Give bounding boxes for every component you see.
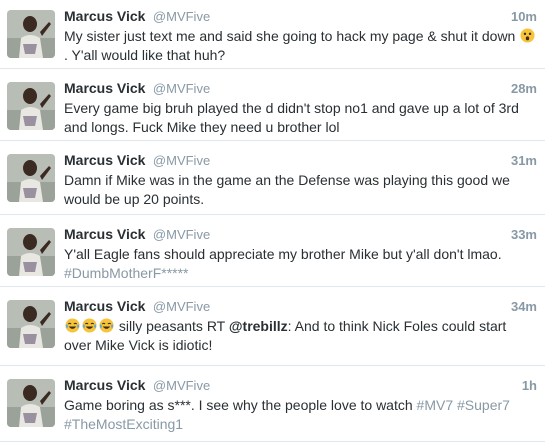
tweet-content: Marcus Vick @MVFive 28m Every game big b… bbox=[64, 80, 537, 137]
user-fullname[interactable]: Marcus Vick bbox=[64, 377, 145, 393]
astonished-face-emoji-icon bbox=[520, 28, 535, 43]
tweet-timestamp[interactable]: 10m bbox=[511, 8, 537, 25]
avatar-photo-icon bbox=[7, 82, 55, 130]
hashtag-link[interactable]: #MV7 bbox=[417, 397, 454, 413]
tweet-item[interactable]: Marcus Vick @MVFive 10m My sister just t… bbox=[0, 0, 545, 69]
tweet-text: Y'all Eagle fans should appreciate my br… bbox=[64, 245, 537, 283]
tweet-header: Marcus Vick @MVFive 10m bbox=[64, 8, 537, 25]
avatar[interactable] bbox=[7, 300, 55, 348]
tweet-item[interactable]: Marcus Vick @MVFive 1h Game boring as s*… bbox=[0, 366, 545, 442]
hashtag-link[interactable]: #TheMostExciting1 bbox=[64, 416, 183, 432]
hashtag-link[interactable]: #Super7 bbox=[457, 397, 510, 413]
user-fullname[interactable]: Marcus Vick bbox=[64, 8, 145, 24]
tweet-content: Marcus Vick @MVFive 31m Damn if Mike was… bbox=[64, 152, 537, 209]
tweet-header: Marcus Vick @MVFive 31m bbox=[64, 152, 537, 169]
tweet-timestamp[interactable]: 33m bbox=[511, 226, 537, 243]
tweet-text-part: . Y'all would like that huh? bbox=[64, 47, 226, 63]
tweet-text-part: Y'all Eagle fans should appreciate my br… bbox=[64, 246, 502, 262]
tweet-item[interactable]: Marcus Vick @MVFive 28m Every game big b… bbox=[0, 69, 545, 141]
user-handle[interactable]: @MVFive bbox=[153, 378, 210, 393]
tweet-text-part: silly peasants RT bbox=[118, 318, 225, 334]
user-fullname[interactable]: Marcus Vick bbox=[64, 152, 145, 168]
tweet-text: Every game big bruh played the d didn't … bbox=[64, 100, 519, 135]
user-fullname[interactable]: Marcus Vick bbox=[64, 298, 145, 314]
tweet-timeline: Marcus Vick @MVFive 10m My sister just t… bbox=[0, 0, 545, 442]
user-handle[interactable]: @MVFive bbox=[153, 299, 210, 314]
tweet-text: Game boring as s***. I see why the peopl… bbox=[64, 396, 537, 434]
avatar[interactable] bbox=[7, 228, 55, 276]
user-handle[interactable]: @MVFive bbox=[153, 81, 210, 96]
avatar-photo-icon bbox=[7, 228, 55, 276]
tweet-header: Marcus Vick @MVFive 34m bbox=[64, 298, 537, 315]
tweet-content: Marcus Vick @MVFive 10m My sister just t… bbox=[64, 8, 537, 65]
tweet-header: Marcus Vick @MVFive 28m bbox=[64, 80, 537, 97]
tweet-content: Marcus Vick @MVFive 34m silly peasants R… bbox=[64, 298, 537, 355]
tweet-content: Marcus Vick @MVFive 33m Y'all Eagle fans… bbox=[64, 226, 537, 283]
avatar-photo-icon bbox=[7, 10, 55, 58]
user-handle[interactable]: @MVFive bbox=[153, 153, 210, 168]
mention-link[interactable]: @trebillz bbox=[229, 318, 288, 334]
tweet-content: Marcus Vick @MVFive 1h Game boring as s*… bbox=[64, 377, 537, 434]
tweet-text: silly peasants RT @trebillz: And to thin… bbox=[64, 317, 537, 355]
tweet-header: Marcus Vick @MVFive 1h bbox=[64, 377, 537, 394]
avatar-photo-icon bbox=[7, 300, 55, 348]
tweet-item[interactable]: Marcus Vick @MVFive 34m silly peasants R… bbox=[0, 287, 545, 366]
tweet-text-part: Game boring as s***. I see why the peopl… bbox=[64, 397, 413, 413]
tweet-timestamp[interactable]: 1h bbox=[522, 377, 537, 394]
avatar[interactable] bbox=[7, 154, 55, 202]
tweet-text: Damn if Mike was in the game an the Defe… bbox=[64, 172, 510, 207]
tweet-timestamp[interactable]: 28m bbox=[511, 80, 537, 97]
avatar[interactable] bbox=[7, 10, 55, 58]
tweet-timestamp[interactable]: 34m bbox=[511, 298, 537, 315]
user-handle[interactable]: @MVFive bbox=[153, 227, 210, 242]
tweet-text-part: My sister just text me and said she goin… bbox=[64, 28, 516, 44]
crying-laughing-emoji-icon bbox=[65, 318, 80, 333]
user-handle[interactable]: @MVFive bbox=[153, 9, 210, 24]
hashtag-link[interactable]: #DumbMotherF***** bbox=[64, 265, 189, 281]
tweet-item[interactable]: Marcus Vick @MVFive 33m Y'all Eagle fans… bbox=[0, 215, 545, 287]
avatar[interactable] bbox=[7, 379, 55, 427]
crying-laughing-emoji-icon bbox=[82, 318, 97, 333]
tweet-text: My sister just text me and said she goin… bbox=[64, 27, 537, 65]
crying-laughing-emoji-icon bbox=[99, 318, 114, 333]
tweet-header: Marcus Vick @MVFive 33m bbox=[64, 226, 537, 243]
tweet-timestamp[interactable]: 31m bbox=[511, 152, 537, 169]
tweet-item[interactable]: Marcus Vick @MVFive 31m Damn if Mike was… bbox=[0, 141, 545, 215]
avatar-photo-icon bbox=[7, 379, 55, 427]
avatar[interactable] bbox=[7, 82, 55, 130]
user-fullname[interactable]: Marcus Vick bbox=[64, 226, 145, 242]
avatar-photo-icon bbox=[7, 154, 55, 202]
user-fullname[interactable]: Marcus Vick bbox=[64, 80, 145, 96]
